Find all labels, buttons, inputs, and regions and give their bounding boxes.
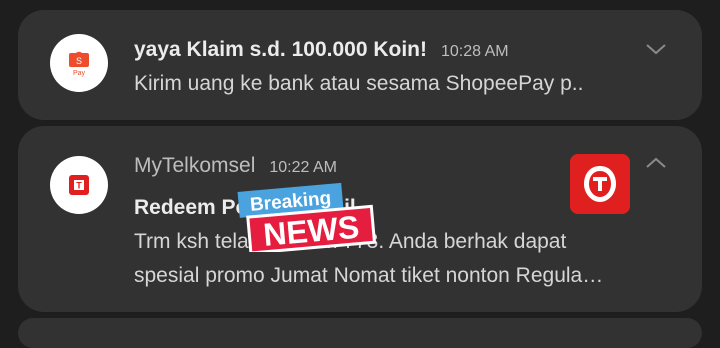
shopee-pay-label: Pay [73, 70, 86, 77]
notification-card-telkomsel[interactable]: T MyTelkomsel 10:22 AM Redeem Poin Berha… [18, 126, 702, 312]
notification-header: yaya Klaim s.d. 100.000 Koin! 10:28 AM [134, 38, 509, 62]
notification-card-shopee[interactable]: S Pay yaya Klaim s.d. 100.000 Koin! 10:2… [18, 10, 702, 120]
notification-body: Kirim uang ke bank atau sesama ShopeePay… [134, 72, 584, 95]
notification-time: 10:22 AM [269, 159, 337, 176]
notification-card-partial[interactable] [18, 318, 702, 348]
notification-app-name: MyTelkomsel [134, 154, 256, 177]
news-label: NEWS [262, 209, 361, 252]
notification-title: yaya Klaim s.d. 100.000 Koin! [134, 38, 427, 61]
telkomsel-logo-icon [570, 154, 630, 214]
svg-text:T: T [76, 181, 82, 191]
svg-text:S: S [76, 56, 82, 66]
chevron-up-icon[interactable] [644, 156, 668, 170]
telkomsel-icon: T [50, 156, 108, 214]
notification-body-line: spesial promo Jumat Nomat tiket nonton R… [134, 264, 604, 287]
chevron-down-icon[interactable] [644, 42, 668, 56]
notification-header: MyTelkomsel 10:22 AM [134, 154, 337, 178]
shopee-pay-icon: S Pay [50, 34, 108, 92]
notification-time: 10:28 AM [440, 43, 509, 60]
breaking-news-sticker: Breaking NEWS [237, 182, 377, 252]
